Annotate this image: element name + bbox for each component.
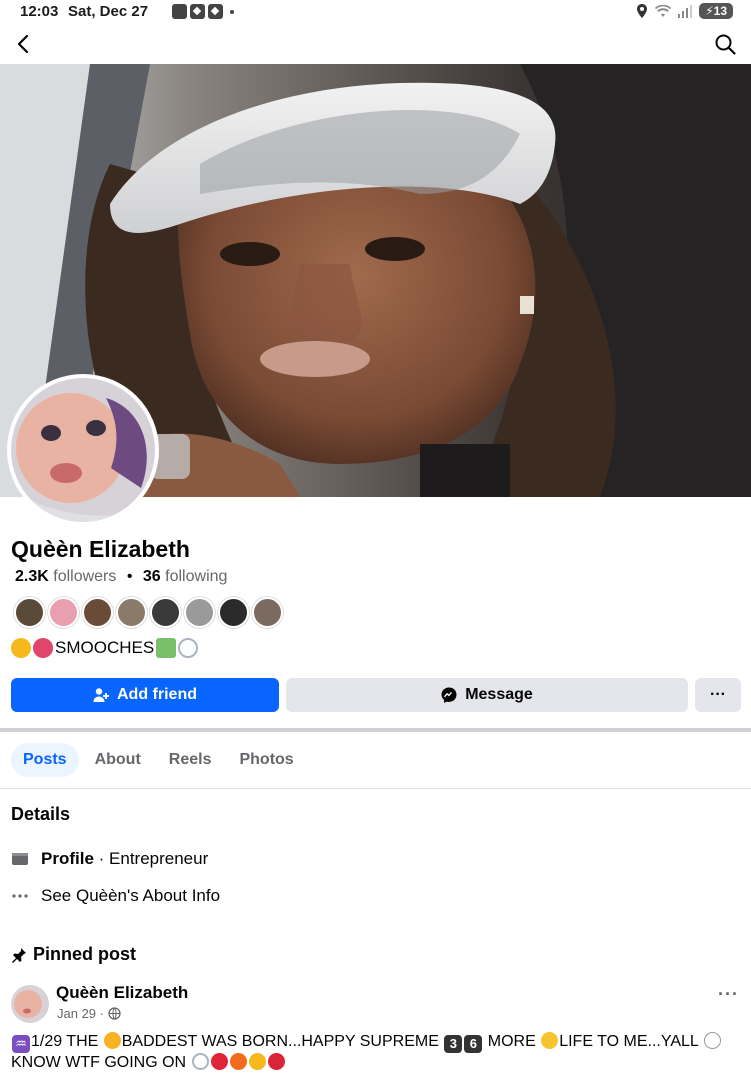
lips-emoji-icon xyxy=(267,1053,285,1070)
post-date[interactable]: Jan 29 · xyxy=(57,1006,104,1021)
bio-text: SMOOCHES xyxy=(55,638,155,657)
friend-avatar[interactable] xyxy=(82,597,113,628)
details-profile-row: Profile · Entrepreneur xyxy=(11,849,208,869)
crown-emoji-icon xyxy=(248,1053,266,1070)
following-count[interactable]: 36 xyxy=(143,568,161,585)
profile-stats: 2.3K followers • 36 following xyxy=(15,568,227,586)
profile-name: Quèèn Elizabeth xyxy=(11,536,190,562)
status-bar: 12:03 Sat, Dec 27 ⚡13 xyxy=(0,0,751,24)
status-time: 12:03 xyxy=(20,3,59,20)
message-label: Message xyxy=(465,686,533,703)
battery-indicator: ⚡13 xyxy=(699,3,733,19)
section-divider xyxy=(0,728,751,732)
tabs-divider xyxy=(0,788,751,789)
notification-icons xyxy=(172,4,234,19)
notification-app-icon xyxy=(208,4,223,19)
friend-avatar[interactable] xyxy=(14,597,45,628)
keycap-three: 3 xyxy=(444,1035,463,1053)
tab-photos[interactable]: Photos xyxy=(227,743,305,777)
stats-separator: • xyxy=(126,568,133,585)
profile-bio: SMOOCHES xyxy=(11,638,199,658)
more-actions-button[interactable]: ··· xyxy=(695,678,741,712)
post-text-part: BADDEST WAS BORN...HAPPY SUPREME xyxy=(121,1033,444,1050)
tab-reels[interactable]: Reels xyxy=(157,743,224,777)
keycap-six: 6 xyxy=(464,1035,483,1053)
post-text-part: MORE xyxy=(483,1033,541,1050)
post-text-part: KNOW WTF GOING ON xyxy=(11,1054,191,1071)
top-navbar xyxy=(0,24,751,64)
profile-avatar[interactable] xyxy=(7,374,159,526)
add-person-icon xyxy=(93,688,109,702)
post-text-part: LIFE TO ME...YALL xyxy=(559,1033,703,1050)
friend-avatar[interactable] xyxy=(218,597,249,628)
see-about-info-row[interactable]: See Quèèn's About Info xyxy=(11,886,220,906)
post-author-name[interactable]: Quèèn Elizabeth xyxy=(56,983,188,1003)
friend-avatar[interactable] xyxy=(48,597,79,628)
party-emoji-icon xyxy=(541,1032,559,1049)
flushed-emoji-icon xyxy=(103,1032,121,1049)
following-label[interactable]: following xyxy=(165,568,227,585)
post-meta: Jan 29 · xyxy=(57,1006,121,1021)
money-emoji-icon xyxy=(156,638,177,658)
globe-icon xyxy=(108,1007,121,1020)
details-heading: Details xyxy=(11,804,71,824)
messenger-icon xyxy=(441,687,457,703)
chevron-left-icon[interactable] xyxy=(12,32,36,56)
add-friend-button[interactable]: Add friend xyxy=(11,678,279,712)
fire-emoji-icon xyxy=(229,1053,247,1070)
details-profile-value: · Entrepreneur xyxy=(98,849,209,868)
followers-count[interactable]: 2.3K xyxy=(15,568,49,585)
location-icon xyxy=(637,4,648,18)
tab-about[interactable]: About xyxy=(83,743,153,777)
friend-avatar[interactable] xyxy=(150,597,181,628)
profile-card-icon xyxy=(12,853,28,865)
friend-avatar[interactable] xyxy=(252,597,283,628)
pin-icon xyxy=(12,947,26,963)
notification-app-icon xyxy=(172,4,187,19)
eyes-emoji-icon xyxy=(703,1032,721,1049)
ring-emoji-icon xyxy=(178,638,199,658)
crown-emoji-icon xyxy=(11,638,31,658)
post-text-part: 1/29 THE xyxy=(31,1033,103,1050)
friend-avatar[interactable] xyxy=(116,597,147,628)
tab-posts[interactable]: Posts xyxy=(11,743,79,777)
notification-app-icon xyxy=(190,4,205,19)
ring-emoji-icon xyxy=(191,1053,209,1070)
battery-level: 13 xyxy=(713,4,727,18)
post-text: ♒ 1/29 THE BADDEST WAS BORN...HAPPY SUPRE… xyxy=(11,1032,741,1073)
heart-emoji-icon xyxy=(210,1053,228,1070)
aquarius-emoji-icon: ♒ xyxy=(12,1035,30,1053)
friend-avatar[interactable] xyxy=(184,597,215,628)
signal-icon xyxy=(678,4,693,18)
add-friend-label: Add friend xyxy=(117,686,197,703)
wifi-icon xyxy=(655,4,672,17)
message-button[interactable]: Message xyxy=(286,678,688,712)
tongue-emoji-icon xyxy=(33,638,53,658)
followers-label[interactable]: followers xyxy=(53,568,116,585)
status-right-icons: ⚡13 xyxy=(636,3,733,19)
more-notifications-dot-icon xyxy=(230,9,234,14)
mutual-friends-avatars[interactable] xyxy=(14,597,283,628)
post-more-button[interactable]: ··· xyxy=(718,984,739,1005)
dots-icon xyxy=(12,894,28,898)
details-profile-label: Profile xyxy=(41,849,94,868)
status-date: Sat, Dec 27 xyxy=(68,3,149,20)
more-icon: ··· xyxy=(710,686,726,703)
see-about-info-link[interactable]: See Quèèn's About Info xyxy=(41,886,220,906)
post-author-avatar[interactable] xyxy=(11,985,49,1023)
pinned-post-heading: Pinned post xyxy=(11,944,136,965)
search-icon[interactable] xyxy=(713,32,737,56)
profile-tabs: Posts About Reels Photos xyxy=(11,743,306,777)
pinned-post-title: Pinned post xyxy=(33,944,136,964)
